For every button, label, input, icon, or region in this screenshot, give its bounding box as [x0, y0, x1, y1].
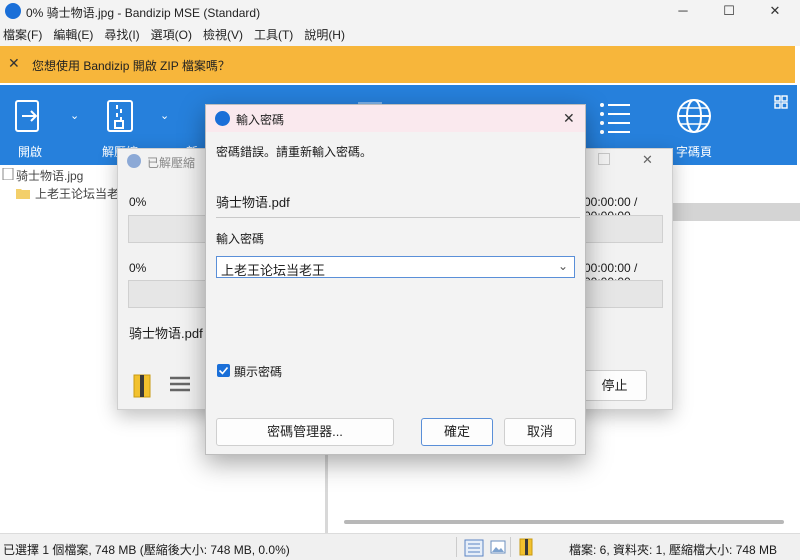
notification-text[interactable]: 您想使用 Bandizip 開啟 ZIP 檔案嗎？	[32, 57, 230, 74]
codepage-label: 字碼頁	[676, 145, 713, 159]
status-archive-info: 檔案: 6, 資料夾: 1, 壓縮檔大小: 748 MB	[569, 543, 778, 557]
minimize-button[interactable]: ─	[660, 0, 706, 22]
horizontal-scrollbar[interactable]	[344, 520, 784, 524]
status-divider-2	[510, 537, 511, 557]
extract-icon	[107, 100, 133, 132]
divider	[216, 217, 580, 218]
password-error-message: 密碼錯誤。請重新輸入密碼。	[216, 145, 373, 159]
grid-icon	[774, 95, 788, 109]
details-view-icon	[464, 539, 484, 557]
tree-root-item[interactable]: 骑士物语.jpg	[16, 167, 83, 184]
password-field-label: 輸入密碼	[216, 232, 265, 246]
status-bar: 已選擇 1 個檔案, 748 MB (壓縮後大小: 748 MB, 0.0%) …	[0, 533, 800, 560]
password-dialog-title: 輸入密碼	[236, 113, 285, 127]
progress1-percent: 0%	[129, 195, 147, 209]
menu-bar: 檔案(F) 編輯(E) 尋找(I) 選項(O) 檢視(V) 工具(T) 說明(H…	[0, 22, 800, 46]
password-input-value[interactable]: 上老王论坛当老王	[221, 260, 325, 279]
password-combobox[interactable]: 上老王论坛当老王 ⌄	[216, 256, 575, 278]
view-list-button[interactable]	[597, 99, 633, 135]
archive-zip-icon	[132, 373, 154, 399]
menu-help[interactable]: 說明(H)	[304, 26, 345, 43]
list-icon	[600, 103, 630, 134]
password-file-name: 骑士物语.pdf	[216, 195, 290, 210]
stop-button[interactable]: 停止	[582, 370, 647, 401]
menu-edit[interactable]: 編輯(E)	[53, 26, 93, 43]
password-dialog-titlebar: 輸入密碼 ✕	[206, 105, 585, 132]
show-password-label[interactable]: 顯示密碼	[234, 363, 282, 380]
password-manager-button[interactable]: 密碼管理器...	[216, 418, 394, 446]
menu-tools[interactable]: 工具(T)	[254, 26, 293, 43]
show-password-checkbox[interactable]	[217, 364, 230, 377]
thumbnail-view-button[interactable]	[490, 539, 506, 555]
bandizip-small-icon	[127, 154, 141, 168]
archive-status-icon	[518, 538, 534, 556]
notification-bar: ✕ 您想使用 Bandizip 開啟 ZIP 檔案嗎？	[0, 46, 795, 83]
image-view-icon	[490, 540, 506, 554]
chevron-down-icon[interactable]: ⌄	[558, 259, 568, 273]
extract-dialog-title: 已解壓縮	[147, 156, 196, 170]
bandizip-dialog-icon	[215, 111, 230, 126]
codepage-button[interactable]	[675, 97, 713, 135]
maximize-button[interactable]: ☐	[706, 0, 752, 22]
status-selection-text: 已選擇 1 個檔案, 748 MB (壓縮後大小: 748 MB, 0.0%)	[3, 543, 290, 557]
window-title: 0% 骑士物语.jpg - Bandizip MSE (Standard)	[26, 6, 261, 20]
menu-view[interactable]: 檢視(V)	[203, 26, 243, 43]
password-dialog: 輸入密碼 ✕ 密碼錯誤。請重新輸入密碼。 骑士物语.pdf 輸入密碼 上老王论坛…	[205, 104, 586, 455]
bandizip-logo-icon	[5, 3, 21, 19]
extract-dropdown-icon[interactable]: ⌄	[160, 109, 169, 122]
menu-hamburger-icon[interactable]	[170, 375, 190, 393]
menu-options[interactable]: 選項(O)	[151, 26, 192, 43]
extract-button[interactable]	[102, 99, 138, 135]
open-dropdown-icon[interactable]: ⌄	[70, 109, 79, 122]
layout-grid-button[interactable]	[774, 95, 788, 109]
menu-file[interactable]: 檔案(F)	[3, 26, 42, 43]
menu-find[interactable]: 尋找(I)	[104, 26, 139, 43]
notification-close-icon[interactable]: ✕	[8, 55, 20, 72]
extract-maximize-icon[interactable]	[598, 153, 610, 165]
ok-button[interactable]: 確定	[421, 418, 493, 446]
details-view-button[interactable]	[464, 539, 484, 557]
close-button[interactable]: ✕	[752, 0, 798, 22]
open-label: 開啟	[18, 145, 43, 159]
open-icon	[15, 100, 39, 132]
password-dialog-close-button[interactable]: ✕	[563, 110, 575, 127]
title-bar: 0% 骑士物语.jpg - Bandizip MSE (Standard) ─ …	[0, 0, 800, 22]
extract-file-name: 骑士物语.pdf	[129, 326, 203, 341]
archive-file-icon	[2, 167, 14, 181]
progress2-percent: 0%	[129, 261, 147, 275]
globe-icon	[677, 99, 711, 133]
checkmark-icon	[218, 366, 229, 375]
extract-close-button[interactable]: ✕	[642, 152, 653, 168]
status-divider	[456, 537, 457, 557]
cancel-button[interactable]: 取消	[504, 418, 576, 446]
open-button[interactable]	[12, 99, 48, 135]
folder-icon	[16, 187, 30, 199]
